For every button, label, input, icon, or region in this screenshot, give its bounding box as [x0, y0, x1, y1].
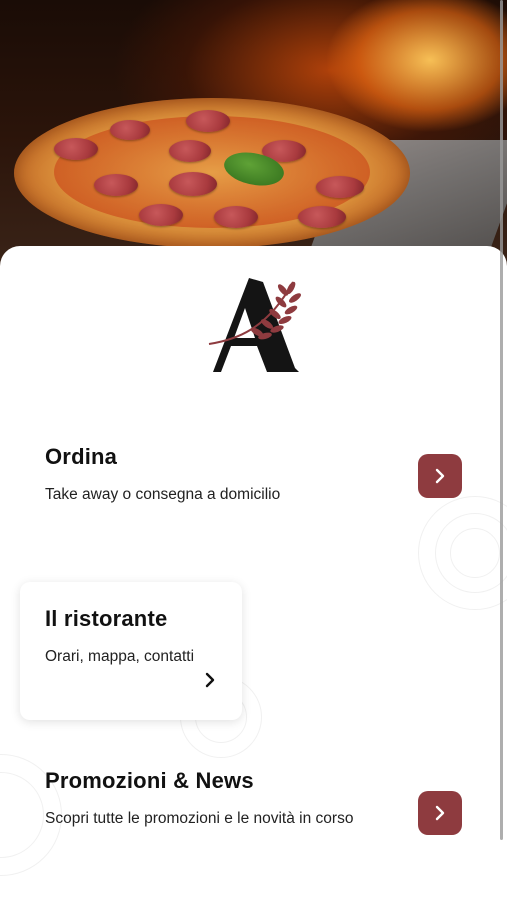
- salami-slice: [94, 174, 138, 196]
- chevron-right-icon: [435, 468, 445, 484]
- decorative-ring: [450, 528, 500, 578]
- section-restaurant-title: Il ristorante: [45, 606, 168, 631]
- promotions-arrow-button[interactable]: [418, 791, 462, 835]
- pizza: [14, 98, 410, 248]
- content-sheet: Ordina Take away o consegna a domicilio …: [0, 246, 507, 900]
- section-order-subtitle: Take away o consegna a domicilio: [45, 486, 281, 503]
- scrollbar[interactable]: [500, 0, 503, 840]
- salami-slice: [169, 140, 211, 162]
- restaurant-logo: [208, 278, 301, 372]
- section-order-title: Ordina: [45, 444, 118, 469]
- section-order: Ordina Take away o consegna a domicilio: [45, 444, 375, 507]
- salami-slice: [139, 204, 183, 226]
- chevron-right-icon: [435, 805, 445, 821]
- salami-slice: [54, 138, 98, 160]
- salami-slice: [214, 206, 258, 228]
- section-promotions-title: Promozioni & News: [45, 768, 254, 793]
- chevron-right-icon: [205, 672, 215, 688]
- section-promotions: Promozioni & News Scopri tutte le promoz…: [45, 768, 365, 831]
- salami-slice: [169, 172, 217, 196]
- salami-slice: [298, 206, 346, 228]
- salami-slice: [186, 110, 230, 132]
- section-restaurant-subtitle: Orari, mappa, contatti: [45, 648, 195, 665]
- order-arrow-button[interactable]: [418, 454, 462, 498]
- hero-image: [0, 0, 507, 270]
- salami-slice: [316, 176, 364, 198]
- salami-slice: [110, 120, 150, 140]
- section-promotions-subtitle: Scopri tutte le promozioni e le novità i…: [45, 810, 354, 827]
- restaurant-card[interactable]: Il ristorante Orari, mappa, contatti: [20, 582, 242, 720]
